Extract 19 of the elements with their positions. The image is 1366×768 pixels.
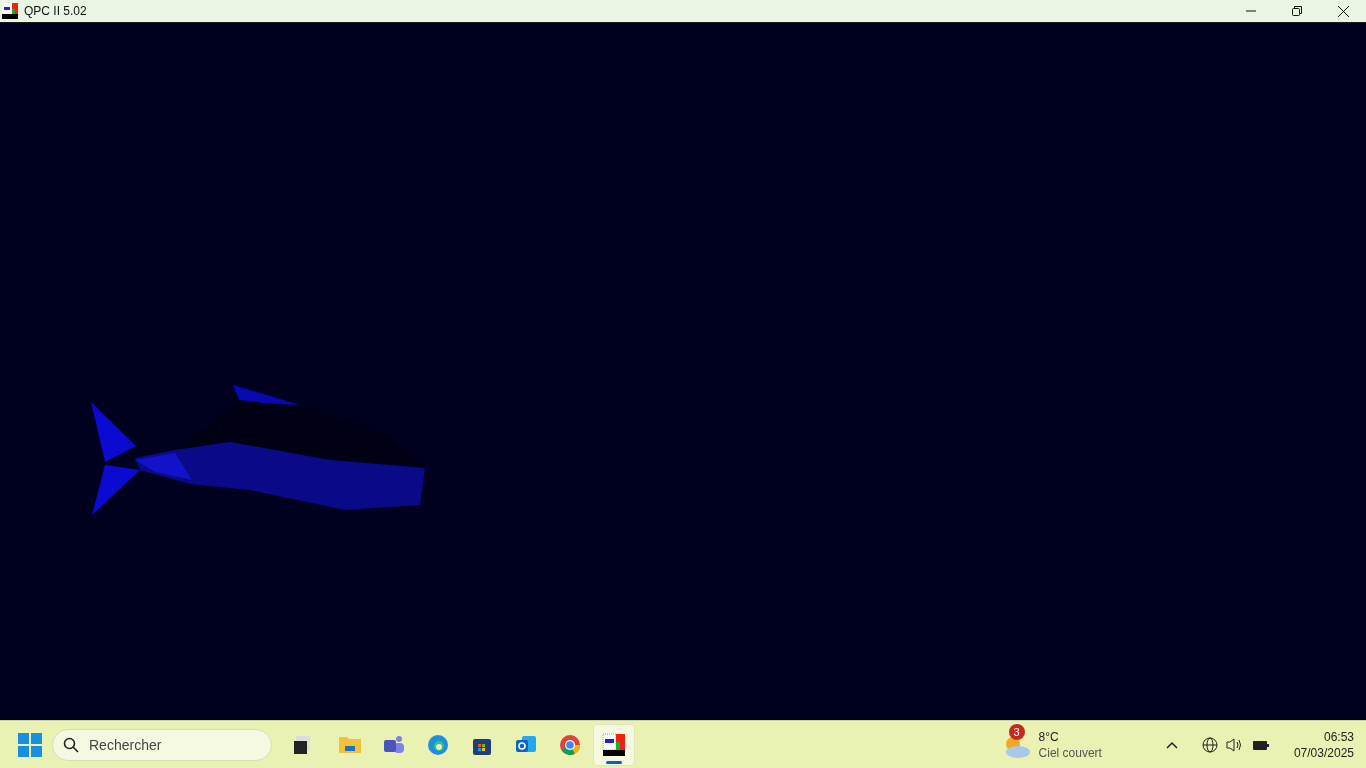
search-field[interactable]: Rechercher bbox=[52, 728, 272, 761]
weather-condition: Ciel couvert bbox=[1038, 744, 1102, 761]
app-icon bbox=[602, 732, 626, 757]
globe-icon[interactable] bbox=[1201, 736, 1218, 753]
close-icon bbox=[1337, 5, 1349, 17]
taskbar-app-button[interactable] bbox=[594, 724, 634, 765]
start-icon[interactable] bbox=[18, 732, 42, 757]
clock-date[interactable]: 07/03/2025 bbox=[1293, 744, 1354, 761]
restore-icon bbox=[1292, 6, 1302, 16]
browser-icon bbox=[426, 732, 450, 757]
clock-time[interactable]: 06:53 bbox=[1293, 728, 1354, 745]
chrome-icon bbox=[558, 732, 582, 757]
notification-badge: 3 bbox=[1008, 723, 1025, 740]
app-icon bbox=[2, 3, 18, 19]
temperature: 8°C bbox=[1038, 728, 1060, 745]
chevron-up-icon[interactable] bbox=[1165, 740, 1178, 749]
window-title: QPC II 5.02 bbox=[24, 3, 87, 20]
speaker-icon[interactable] bbox=[1225, 736, 1244, 753]
search-icon bbox=[63, 736, 79, 753]
